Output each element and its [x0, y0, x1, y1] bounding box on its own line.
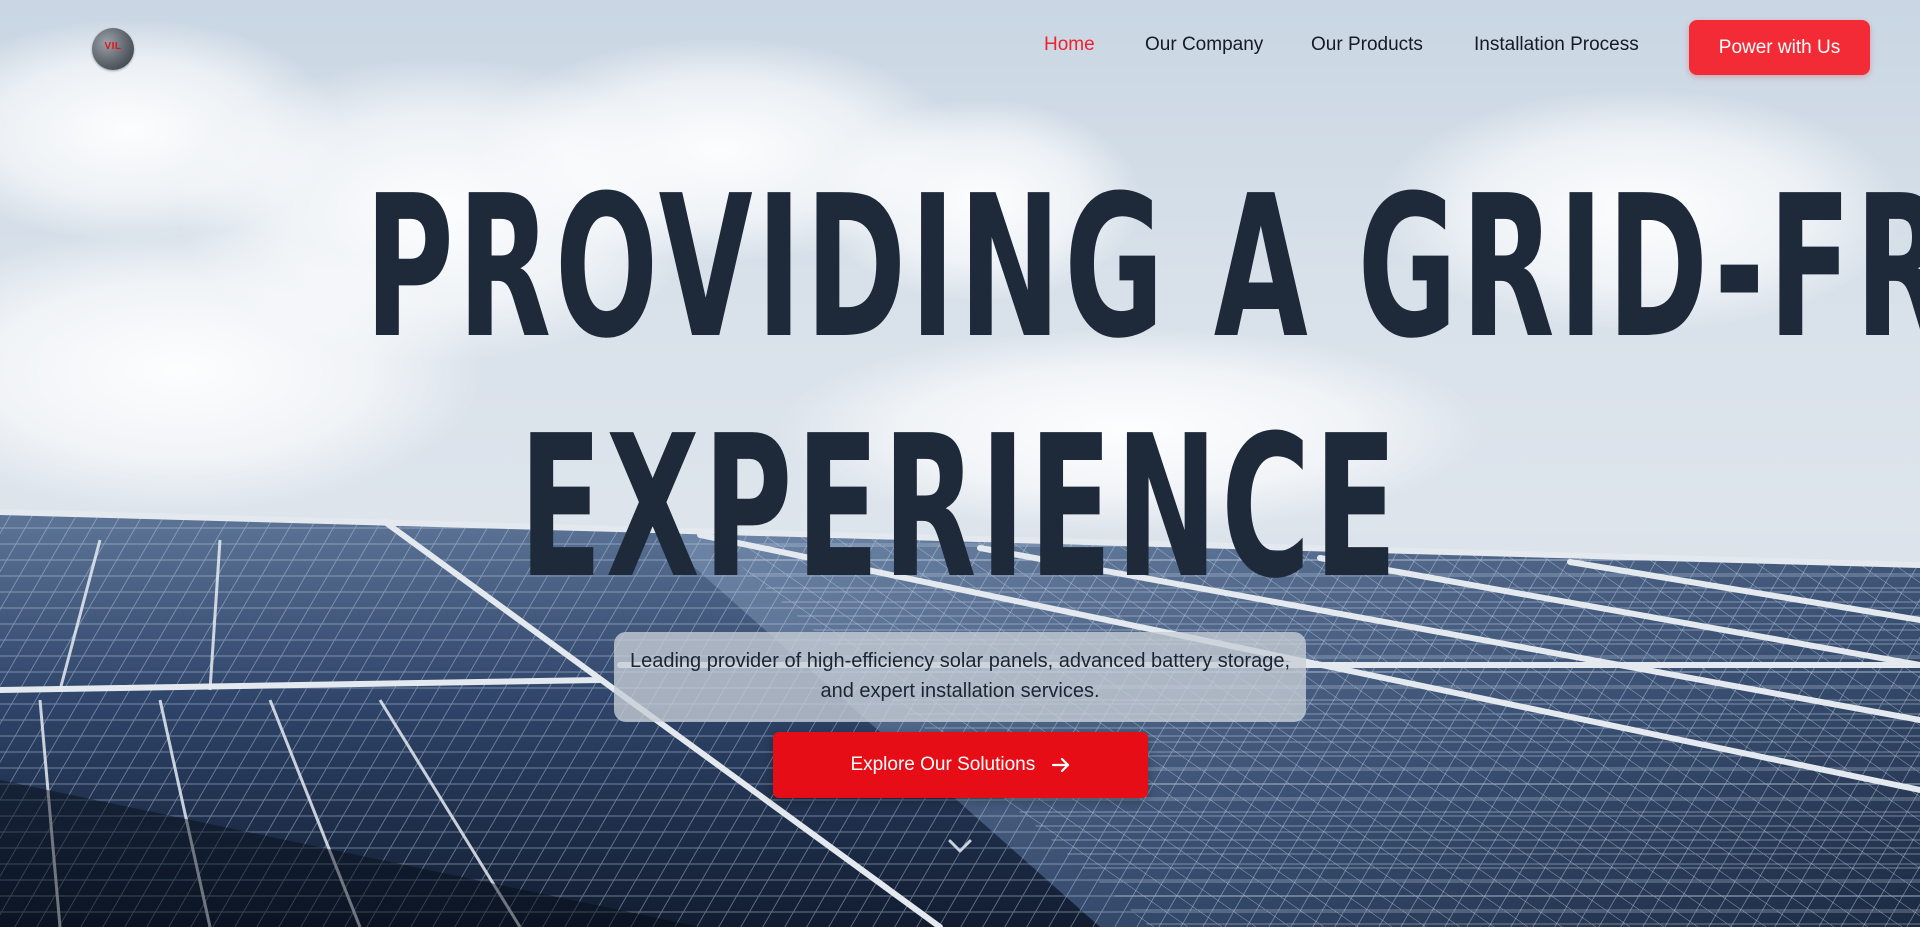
headline-line-1: PROVIDING A GRID-FREE	[364, 154, 1920, 382]
nav-installation-process[interactable]: Installation Process	[1474, 34, 1639, 56]
logo-text: VIL	[104, 41, 122, 52]
nav-our-company[interactable]: Our Company	[1145, 34, 1263, 56]
hero-subtitle-box: Leading provider of high-efficiency sola…	[614, 632, 1306, 722]
hero-headline: PROVIDING A GRID-FREE EXPERIENCE	[364, 148, 1920, 628]
nav-our-products[interactable]: Our Products	[1311, 34, 1423, 56]
logo-globe-icon[interactable]: VIL	[92, 28, 134, 70]
chevron-down-icon[interactable]	[947, 836, 973, 856]
nav-home[interactable]: Home	[1044, 34, 1095, 56]
headline-line-2: EXPERIENCE	[519, 394, 1401, 622]
hero-subtitle: Leading provider of high-efficiency sola…	[629, 650, 1291, 702]
explore-solutions-button[interactable]: Explore Our Solutions	[773, 732, 1148, 798]
power-with-us-button[interactable]: Power with Us	[1689, 20, 1870, 75]
hero-section: VIL Home Our Company Our Products Instal…	[0, 0, 1920, 927]
explore-solutions-label: Explore Our Solutions	[850, 754, 1036, 775]
arrow-right-icon	[1051, 757, 1069, 773]
top-navigation: VIL Home Our Company Our Products Instal…	[0, 0, 1920, 94]
